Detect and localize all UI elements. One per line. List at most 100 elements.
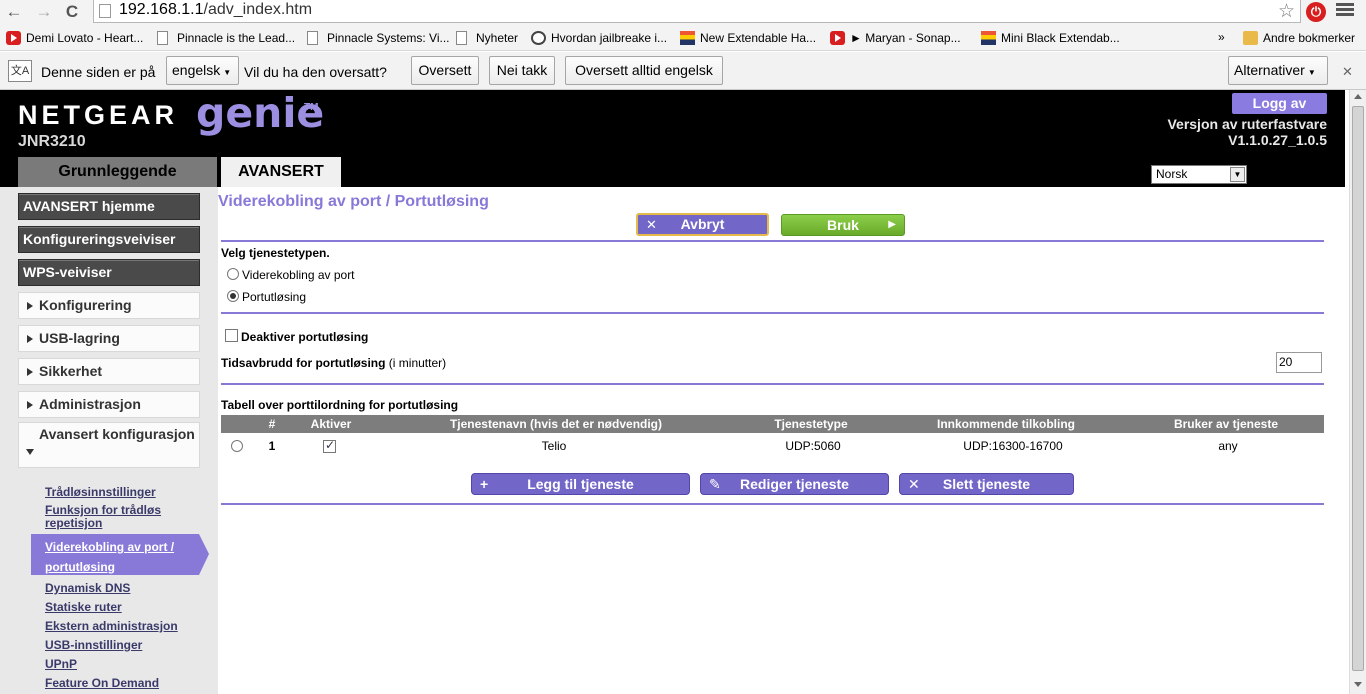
radio-port-triggering[interactable]: [227, 290, 239, 302]
collapse-arrow-icon: [26, 449, 34, 455]
translate-question: Vil du ha den oversatt?: [244, 64, 387, 80]
column-header-inbound: Innkommende tilkobling: [936, 417, 1075, 431]
language-dropdown[interactable]: engelsk ▼: [166, 56, 239, 85]
timeout-input[interactable]: 20: [1276, 352, 1322, 373]
service-type-label: Velg tjenestetypen.: [221, 246, 330, 260]
scroll-thumb[interactable]: [1352, 106, 1364, 671]
adblock-extension-icon[interactable]: ⏻: [1306, 2, 1326, 22]
bookmark-item[interactable]: Nyheter: [456, 30, 518, 46]
scroll-up-arrow-icon[interactable]: [1354, 94, 1362, 99]
scroll-down-arrow-icon[interactable]: [1354, 682, 1362, 687]
sublink-usb-settings[interactable]: USB-innstillinger: [45, 639, 142, 652]
sidebar-item-setup[interactable]: Konfigurering: [18, 292, 200, 319]
sidebar-item-advanced-home[interactable]: AVANSERT hjemme: [18, 193, 200, 220]
back-arrow-icon[interactable]: ←: [4, 2, 24, 22]
row-inbound: UDP:16300-16700: [963, 439, 1063, 453]
delete-service-label: Slett tjeneste: [942, 476, 1031, 492]
tab-advanced[interactable]: AVANSERT: [221, 157, 341, 187]
edit-service-button[interactable]: ✎ Rediger tjeneste: [700, 473, 889, 495]
bookmark-item[interactable]: ► Maryan - Sonap...: [830, 30, 961, 46]
page-title: Viderekobling av port / Portutløsing: [218, 193, 489, 210]
no-thanks-button[interactable]: Nei takk: [489, 56, 555, 85]
sidebar-item-config-wizard[interactable]: Konfigureringsveiviser: [18, 226, 200, 253]
bookmark-item[interactable]: Pinnacle Systems: Vi...: [307, 30, 450, 46]
other-bookmarks[interactable]: Andre bokmerker: [1243, 30, 1355, 46]
router-header: NETGEAR genie TM JNR3210 Logg av Versjon…: [0, 89, 1345, 187]
bookmark-label: Pinnacle is the Lead...: [177, 31, 296, 45]
always-translate-button[interactable]: Oversett alltid engelsk: [565, 56, 723, 85]
sidebar-item-administration[interactable]: Administrasjon: [18, 391, 200, 418]
radio-port-forwarding[interactable]: [227, 268, 239, 280]
translate-bar: 文A Denne siden er på engelsk ▼ Vil du ha …: [0, 52, 1366, 90]
bookmark-label: Hvordan jailbreake i...: [551, 31, 668, 45]
edit-service-label: Rediger tjeneste: [740, 476, 849, 492]
sidebar-item-label: Sikkerhet: [39, 363, 103, 379]
bookmark-item[interactable]: New Extendable Ha...: [680, 30, 816, 46]
row-select-radio[interactable]: [231, 440, 243, 452]
forward-arrow-icon[interactable]: →: [34, 2, 54, 22]
sublink-port-forwarding-active[interactable]: Viderekobling av port / portutløsing: [31, 534, 209, 575]
reload-icon[interactable]: C: [62, 2, 82, 22]
page-icon: [456, 31, 467, 45]
tab-basic[interactable]: Grunnleggende: [18, 157, 217, 187]
sidebar-item-security[interactable]: Sikkerhet: [18, 358, 200, 385]
sublink-label: Funksjon for trådløs: [45, 503, 162, 517]
add-service-button[interactable]: + Legg til tjeneste: [471, 473, 690, 495]
sublink-feature-on-demand[interactable]: Feature On Demand: [45, 677, 159, 690]
sublink-dynamic-dns[interactable]: Dynamisk DNS: [45, 582, 130, 595]
sidebar-item-usb-storage[interactable]: USB-lagring: [18, 325, 200, 352]
browser-toolbar: ← → C 192.168.1.1/adv_index.htm ☆ ⏻: [0, 0, 1366, 25]
disable-triggering-label: Deaktiver portutløsing: [241, 330, 369, 344]
sublink-upnp[interactable]: UPnP: [45, 658, 77, 671]
bookmark-item[interactable]: Mini Black Extendab...: [981, 30, 1120, 46]
bookmark-label: Andre bokmerker: [1263, 31, 1356, 45]
sidebar-item-advanced-config[interactable]: Avansert konfigurasjon: [18, 422, 200, 468]
more-bookmarks-chevron-icon[interactable]: »: [1218, 30, 1225, 44]
disable-triggering-checkbox[interactable]: [225, 329, 238, 342]
apply-label: Bruk: [827, 217, 859, 233]
firmware-label: Versjon av ruterfastvare: [1167, 116, 1327, 132]
bookmark-item[interactable]: Demi Lovato - Heart...: [6, 30, 143, 46]
main-content: Viderekobling av port / Portutløsing ✕ Av…: [218, 187, 1327, 694]
table-title: Tabell over porttilordning for portutløs…: [221, 398, 459, 412]
close-icon: ✕: [908, 476, 920, 492]
language-select[interactable]: Norsk ▼: [1151, 165, 1247, 184]
box-icon: [680, 31, 695, 45]
language-select-value: Norsk: [1156, 167, 1188, 181]
bookmark-item[interactable]: Hvordan jailbreake i...: [531, 30, 667, 46]
plus-icon: +: [480, 476, 489, 492]
sidebar-item-wps-wizard[interactable]: WPS-veiviser: [18, 259, 200, 286]
delete-service-button[interactable]: ✕ Slett tjeneste: [899, 473, 1074, 495]
bookmark-item[interactable]: Pinnacle is the Lead...: [157, 30, 295, 46]
close-icon[interactable]: ✕: [1342, 64, 1353, 80]
language-value: engelsk: [172, 62, 221, 78]
cancel-button[interactable]: ✕ Avbryt: [636, 213, 769, 236]
apply-button[interactable]: Bruk ▶: [781, 214, 905, 236]
menu-icon[interactable]: [1336, 3, 1354, 19]
divider: [221, 240, 1324, 242]
logout-button[interactable]: Logg av: [1232, 93, 1327, 114]
address-bar[interactable]: 192.168.1.1/adv_index.htm ☆: [93, 0, 1301, 23]
sidebar: AVANSERT hjemme Konfigureringsveiviser W…: [0, 187, 218, 694]
add-service-label: Legg til tjeneste: [527, 476, 634, 492]
pencil-icon: ✎: [709, 476, 721, 492]
expand-arrow-icon: [27, 401, 33, 409]
row-number: 1: [268, 439, 276, 453]
translate-button[interactable]: Oversett: [411, 56, 479, 85]
row-service-type: UDP:5060: [785, 439, 841, 453]
firmware-version: V1.1.0.27_1.0.5: [1228, 132, 1327, 148]
row-enable-checkbox[interactable]: [323, 438, 336, 453]
sublink-wireless-repeater[interactable]: Funksjon for trådløs repetisjon: [45, 504, 161, 530]
sidebar-item-label: USB-lagring: [39, 330, 120, 346]
options-dropdown[interactable]: Alternativer ▼: [1228, 56, 1328, 85]
sublink-remote-admin[interactable]: Ekstern administrasjon: [45, 620, 178, 633]
page-scrollbar[interactable]: [1349, 90, 1366, 694]
sublink-wireless-settings[interactable]: Trådløsinnstillinger: [45, 486, 156, 499]
bookmark-star-icon[interactable]: ☆: [1278, 0, 1295, 23]
arrow-right-icon: ▶: [888, 219, 896, 230]
bookmark-label: Nyheter: [476, 31, 519, 45]
bookmark-label: Mini Black Extendab...: [1001, 31, 1120, 45]
chevron-down-icon: ▼: [1230, 167, 1245, 182]
table-header: # Aktiver Tjenestenavn (hvis det er nødv…: [221, 415, 1324, 433]
sublink-static-routes[interactable]: Statiske ruter: [45, 601, 122, 614]
